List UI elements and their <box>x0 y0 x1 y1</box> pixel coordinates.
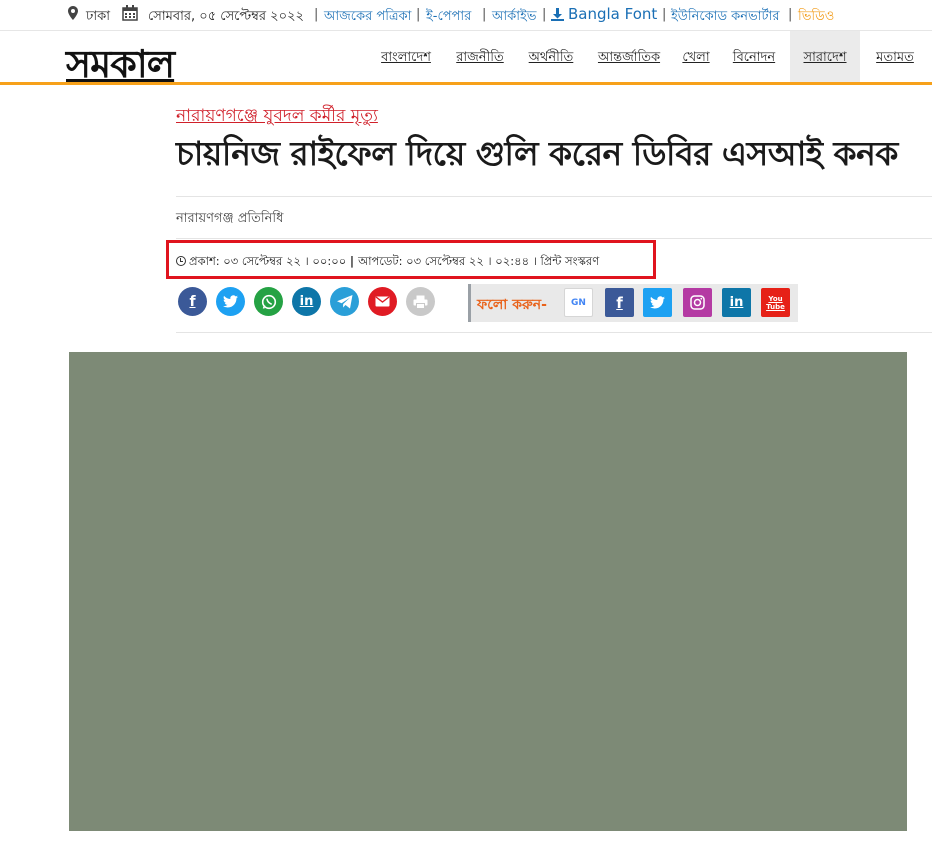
header-accent-rule <box>0 82 932 85</box>
nav-international[interactable]: আন্তর্জাতিক <box>588 31 670 85</box>
divider: | <box>542 7 547 22</box>
link-epaper[interactable]: ই-পেপার <box>426 7 471 28</box>
follow-linkedin-icon[interactable]: in <box>722 288 751 317</box>
follow-facebook-icon[interactable]: f <box>605 288 634 317</box>
article-kicker[interactable]: নারায়ণগঞ্জে যুবদল কর্মীর মৃত্যু <box>176 103 378 131</box>
nav-country[interactable]: সারাদেশ <box>790 31 860 85</box>
updated-time: আপডেট: ০৩ সেপ্টেম্বর ২২ । ০২:৪৪ <box>358 254 530 268</box>
calendar-icon <box>122 5 138 25</box>
nav-opinion[interactable]: মতামত <box>864 31 926 85</box>
divider: | <box>788 7 793 22</box>
map-pin-icon <box>68 6 78 24</box>
article-byline: নারায়ণগঞ্জ প্রতিনিধি <box>176 211 284 226</box>
divider: | <box>349 254 359 268</box>
clock-icon <box>176 256 186 266</box>
share-linkedin-icon[interactable]: in <box>292 287 321 316</box>
nav-bangladesh[interactable]: বাংলাদেশ <box>370 31 442 85</box>
google-news-label: GN <box>571 297 586 308</box>
date-label: সোমবার, ০৫ সেপ্টেম্বর ২০২২ <box>148 9 304 24</box>
link-unicode-converter[interactable]: ইউনিকোড কনভার্টার <box>671 7 779 28</box>
link-bangla-font[interactable]: Bangla Font <box>568 5 657 23</box>
share-telegram-icon[interactable] <box>330 287 359 316</box>
link-archive[interactable]: আর্কাইভ <box>492 7 536 28</box>
youtube-label: You Tube <box>766 294 785 311</box>
location-label: ঢাকা <box>86 9 110 24</box>
divider: | <box>482 7 487 22</box>
lead-photo <box>69 352 907 831</box>
share-twitter-icon[interactable] <box>216 287 245 316</box>
article-meta: প্রকাশ: ০৩ সেপ্টেম্বর ২২ । ০০:০০ | আপডেট… <box>176 253 599 272</box>
download-icon[interactable] <box>551 8 564 25</box>
print-icon[interactable] <box>406 287 435 316</box>
article-headline: চায়নিজ রাইফেল দিয়ে গুলি করেন ডিবির এসআ… <box>176 134 898 173</box>
share-whatsapp-icon[interactable] <box>254 287 283 316</box>
share-facebook-icon[interactable]: f <box>178 287 207 316</box>
divider <box>176 238 932 239</box>
follow-label: ফলো করুন- <box>477 297 547 313</box>
site-logo[interactable]: সমকাল <box>66 35 175 99</box>
link-todays-paper[interactable]: আজকের পত্রিকা <box>324 7 411 28</box>
nav-economy[interactable]: অর্থনীতি <box>518 31 584 85</box>
divider <box>176 332 932 333</box>
google-news-icon[interactable]: GN <box>564 288 593 317</box>
divider: | <box>662 7 667 22</box>
nav-sports[interactable]: খেলা <box>674 31 718 85</box>
nav-politics[interactable]: রাজনীতি <box>446 31 514 85</box>
follow-twitter-icon[interactable] <box>643 288 672 317</box>
follow-youtube-icon[interactable]: You Tube <box>761 288 790 317</box>
site-header: সমকাল বাংলাদেশ রাজনীতি অর্থনীতি আন্তর্জা… <box>0 30 932 86</box>
link-video[interactable]: ভিডিও <box>798 7 834 28</box>
share-email-icon[interactable] <box>368 287 397 316</box>
divider <box>176 196 932 197</box>
divider: | <box>416 7 421 22</box>
print-edition-label: প্রিন্ট সংস্করণ <box>540 254 600 268</box>
published-time: প্রকাশ: ০৩ সেপ্টেম্বর ২২ । ০০:০০ <box>189 254 347 268</box>
nav-entertainment[interactable]: বিনোদন <box>722 31 786 85</box>
follow-instagram-icon[interactable] <box>683 288 712 317</box>
divider: | <box>314 7 319 22</box>
top-bar: ঢাকা সোমবার, ০৫ সেপ্টেম্বর ২০২২ | আজকের … <box>0 0 932 30</box>
